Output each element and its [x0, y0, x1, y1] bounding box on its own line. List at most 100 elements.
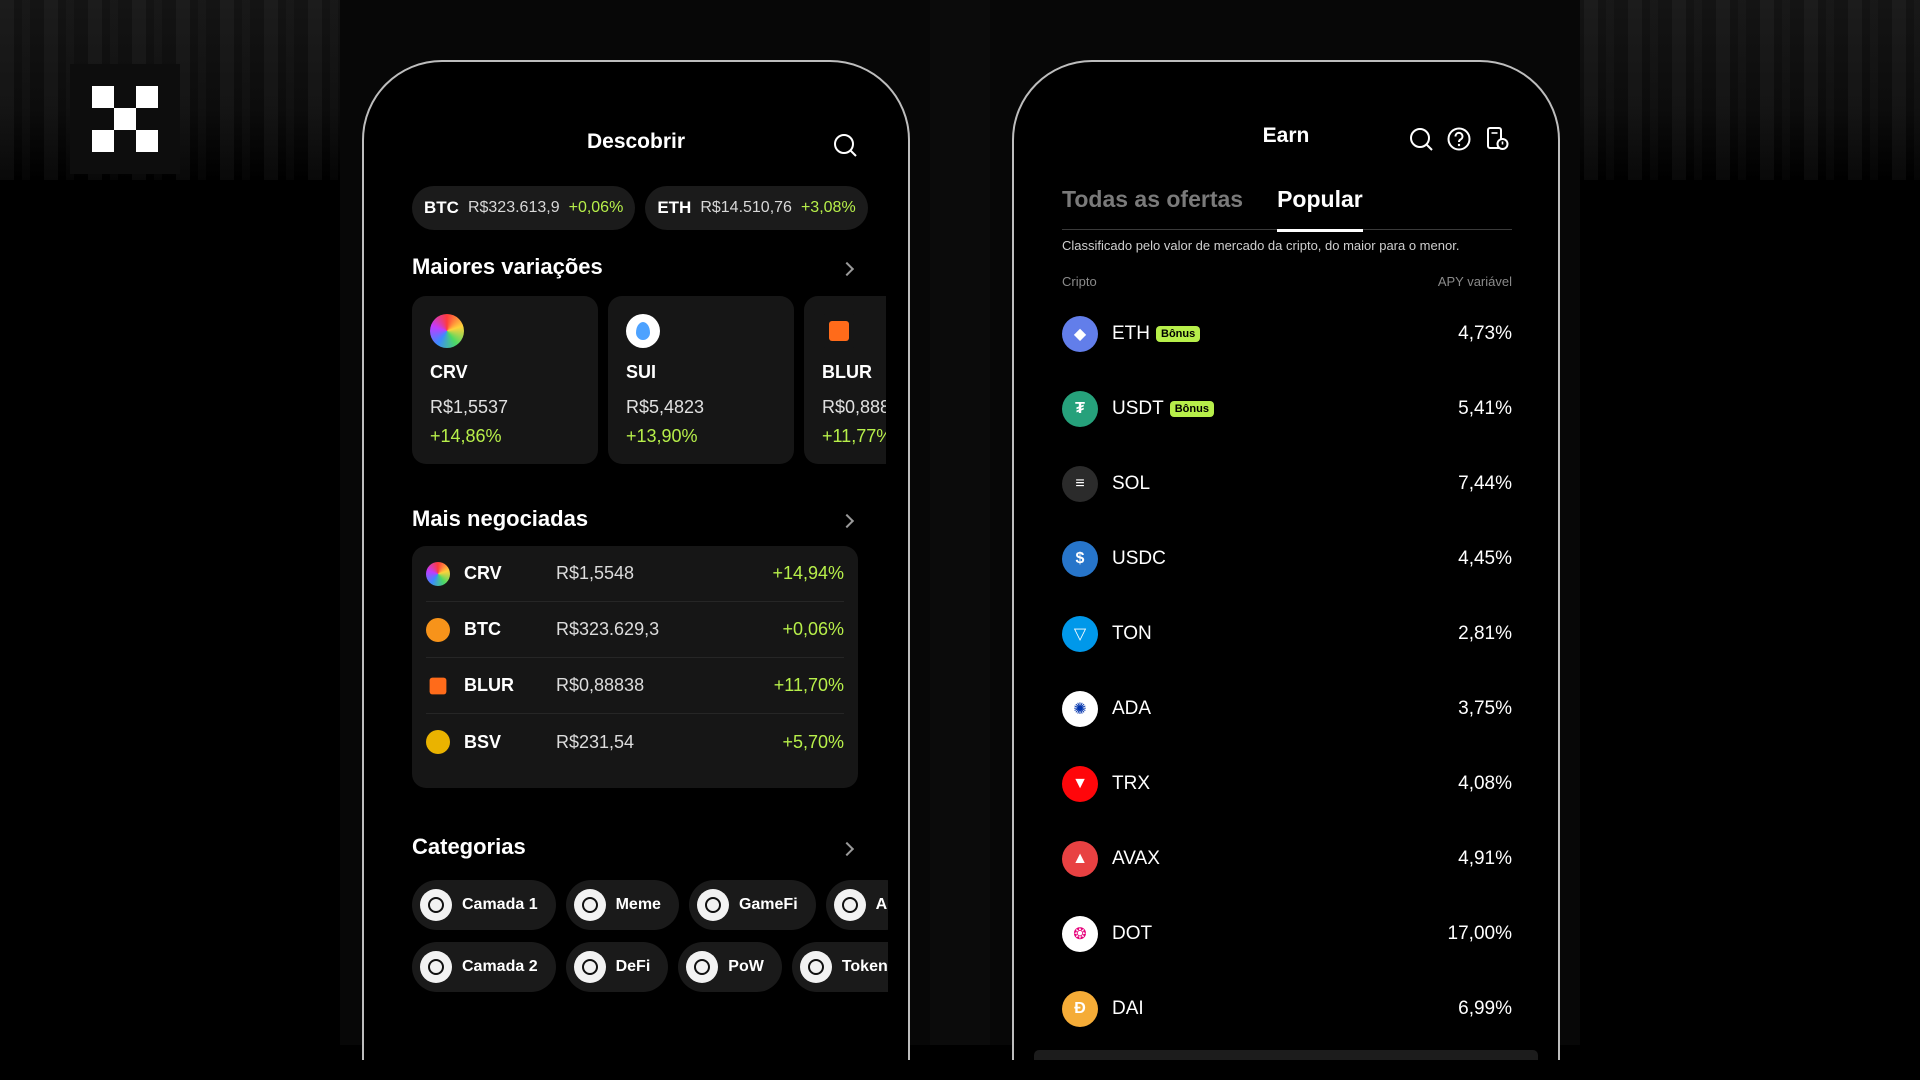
search-icon[interactable] [1408, 126, 1434, 152]
category-label: Camada 1 [462, 896, 538, 913]
earn-tabs: Todas as ofertas Popular [1062, 186, 1512, 232]
ticker-bar: BTC R$323.613,9 +0,06% ETH R$14.510,76 +… [412, 186, 868, 230]
btc-icon [426, 617, 450, 642]
category-icon [420, 889, 452, 921]
row-price: R$1,5548 [556, 563, 635, 583]
scrollbar[interactable] [1034, 1050, 1538, 1060]
row-symbol: ADA [1112, 697, 1152, 719]
row-apy: 2,81% [1458, 622, 1512, 644]
category-label: PoW [728, 958, 764, 975]
traded-list: CRV R$1,5548 +14,94% BTC R$323.629,3 +0,… [412, 546, 858, 788]
tab-popular[interactable]: Popular [1277, 186, 1363, 232]
ticker-btc[interactable]: BTC R$323.613,9 +0,06% [412, 186, 636, 230]
sort-description: Classificado pelo valor de mercado da cr… [1062, 238, 1460, 253]
row-price: R$0,88838 [556, 675, 645, 695]
row-price: R$231,54 [556, 731, 635, 752]
category-icon [833, 889, 866, 921]
row-symbol: BLUR [464, 675, 514, 695]
mover-card-sui[interactable]: SUI R$5,4823 +13,90% [608, 296, 794, 464]
mover-change: +11,77% [822, 426, 886, 446]
list-item[interactable]: ❂ DOT 17,00% [1062, 896, 1512, 971]
category-chip[interactable]: Meme [565, 880, 679, 930]
traded-title: Mais negociadas [412, 506, 589, 531]
mover-symbol: BLUR [822, 362, 872, 382]
column-crypto: Cripto [1062, 274, 1097, 289]
crv-icon [430, 314, 464, 348]
tab-all-offers[interactable]: Todas as ofertas [1062, 186, 1243, 230]
table-row[interactable]: CRV R$1,5548 +14,94% [426, 546, 844, 602]
movers-title: Maiores variações [412, 254, 603, 279]
category-label: DeFi [615, 958, 651, 975]
row-symbol: AVAX [1112, 847, 1160, 869]
row-symbol: USDC [1112, 547, 1166, 569]
blur-icon [822, 314, 856, 348]
categories-title: Categorias [412, 834, 526, 859]
discover-phone: Descobrir BTC R$323.613,9 +0,06% ETH R$1… [362, 60, 910, 1060]
mover-card-crv[interactable]: CRV R$1,5537 +14,86% [412, 296, 598, 464]
bonus-badge: Bônus [1156, 325, 1201, 342]
help-icon[interactable] [1446, 126, 1472, 152]
ticker-change: +3,08% [800, 199, 856, 216]
avax-icon: ▲ [1062, 840, 1098, 877]
list-item[interactable]: ▼ TRX 4,08% [1062, 746, 1512, 821]
row-symbol: DAI [1112, 997, 1144, 1019]
category-chip[interactable]: DeFi [565, 942, 669, 992]
usdt-icon: ₮ [1062, 390, 1098, 427]
history-icon[interactable] [1484, 126, 1510, 152]
okx-logo [70, 64, 180, 174]
mover-symbol: CRV [430, 362, 468, 382]
mover-change: +14,86% [430, 426, 502, 446]
row-apy: 6,99% [1458, 997, 1512, 1019]
category-icon [573, 889, 606, 921]
ada-icon: ✺ [1062, 690, 1098, 727]
row-symbol: TRX [1112, 772, 1150, 794]
mover-card-blur[interactable]: BLUR R$0,888 +11,77% [804, 296, 886, 464]
list-item[interactable]: ▽ TON 2,81% [1062, 596, 1512, 671]
category-chip[interactable]: GameFi [688, 880, 816, 930]
category-label: Ar [875, 896, 888, 913]
chevron-right-icon[interactable] [839, 841, 855, 857]
list-item[interactable]: Ð DAI 6,99% [1062, 971, 1512, 1046]
column-header: Cripto APY variável [1062, 274, 1512, 289]
table-row[interactable]: BTC R$323.629,3 +0,06% [426, 602, 844, 658]
table-row[interactable]: BSV R$231,54 +5,70% [426, 714, 844, 770]
ton-icon: ▽ [1062, 615, 1098, 652]
category-chip[interactable]: Camada 1 [412, 880, 556, 930]
category-chip[interactable]: Tokens [791, 942, 888, 992]
ticker-price: R$323.613,9 [467, 199, 560, 216]
list-item[interactable]: ◆ ETH Bônus 4,73% [1062, 296, 1512, 371]
dot-icon: ❂ [1062, 915, 1098, 952]
search-icon[interactable] [832, 132, 858, 158]
chevron-right-icon[interactable] [839, 261, 855, 277]
row-apy: 4,73% [1458, 322, 1512, 344]
table-row[interactable]: BLUR R$0,88838 +11,70% [426, 658, 844, 714]
row-apy: 17,00% [1447, 922, 1512, 944]
ticker-price: R$14.510,76 [700, 199, 792, 216]
column-apy: APY variável [1437, 274, 1512, 289]
list-item[interactable]: $ USDC 4,45% [1062, 521, 1512, 596]
sui-icon [626, 314, 660, 348]
ticker-eth[interactable]: ETH R$14.510,76 +3,08% [645, 186, 868, 230]
earn-phone: Earn Todas as ofertas Popular Classifica… [1012, 60, 1560, 1060]
row-apy: 5,41% [1458, 397, 1512, 419]
row-price: R$323.629,3 [556, 619, 660, 639]
chevron-right-icon[interactable] [839, 513, 855, 529]
ticker-symbol: BTC [424, 198, 459, 217]
row-apy: 3,75% [1458, 697, 1512, 719]
category-chip[interactable]: PoW [678, 942, 782, 992]
list-item[interactable]: ≡ SOL 7,44% [1062, 446, 1512, 521]
categories-grid: Camada 1 Meme GameFi Ar Camada 2 DeFi Po… [412, 880, 888, 1004]
category-chip[interactable]: Ar [825, 880, 888, 930]
row-apy: 4,45% [1458, 547, 1512, 569]
crv-icon [426, 561, 450, 586]
list-item[interactable]: ₮ USDT Bônus 5,41% [1062, 371, 1512, 446]
header-actions [1408, 126, 1510, 152]
row-symbol: TON [1112, 622, 1152, 644]
movers-carousel[interactable]: CRV R$1,5537 +14,86% SUI R$5,4823 +13,90… [412, 296, 886, 466]
list-item[interactable]: ✺ ADA 3,75% [1062, 671, 1512, 746]
category-chip[interactable]: Camada 2 [412, 942, 556, 992]
row-symbol: BSV [464, 731, 502, 752]
row-symbol: ETH [1112, 322, 1150, 344]
blur-icon [429, 677, 447, 694]
list-item[interactable]: ▲ AVAX 4,91% [1062, 821, 1512, 896]
